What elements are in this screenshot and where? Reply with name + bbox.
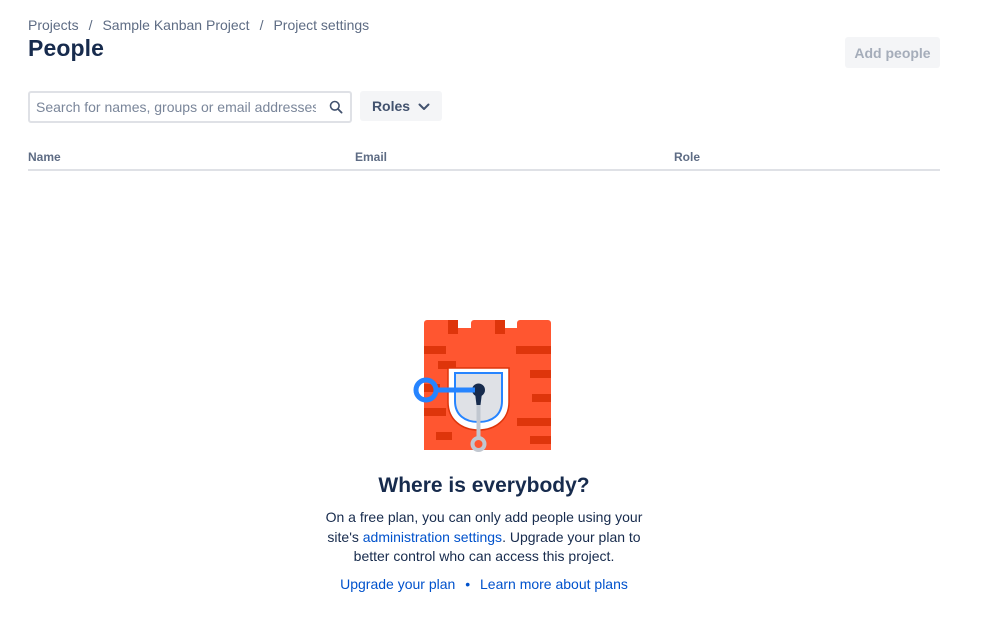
administration-settings-link[interactable]: administration settings bbox=[363, 529, 502, 545]
people-table-header: Name Email Role bbox=[28, 150, 940, 171]
search-icon[interactable] bbox=[322, 100, 350, 114]
roles-filter-button[interactable]: Roles bbox=[360, 91, 442, 121]
breadcrumb: Projects / Sample Kanban Project / Proje… bbox=[28, 17, 369, 33]
locked-castle-illustration bbox=[413, 320, 551, 452]
breadcrumb-sample-kanban-project[interactable]: Sample Kanban Project bbox=[102, 17, 249, 33]
breadcrumb-separator: / bbox=[259, 17, 264, 33]
page-title: People bbox=[28, 35, 105, 61]
column-header-role[interactable]: Role bbox=[674, 150, 700, 164]
learn-more-plans-link[interactable]: Learn more about plans bbox=[480, 576, 628, 592]
column-header-name[interactable]: Name bbox=[28, 150, 61, 164]
search-input[interactable] bbox=[30, 93, 322, 121]
column-header-email[interactable]: Email bbox=[355, 150, 387, 164]
link-separator: • bbox=[465, 575, 471, 592]
empty-state: Where is everybody? On a free plan, you … bbox=[28, 318, 940, 592]
breadcrumb-projects[interactable]: Projects bbox=[28, 17, 79, 33]
chevron-down-icon bbox=[418, 98, 430, 114]
upgrade-plan-link[interactable]: Upgrade your plan bbox=[340, 576, 455, 592]
people-settings-page: Projects / Sample Kanban Project / Proje… bbox=[28, 0, 940, 639]
search-field[interactable] bbox=[28, 91, 352, 123]
roles-filter-label: Roles bbox=[371, 98, 411, 114]
empty-state-links: Upgrade your plan • Learn more about pla… bbox=[28, 576, 940, 592]
add-people-button[interactable]: Add people bbox=[845, 37, 940, 68]
breadcrumb-project-settings[interactable]: Project settings bbox=[273, 17, 369, 33]
empty-state-heading: Where is everybody? bbox=[378, 474, 590, 497]
empty-state-description: On a free plan, you can only add people … bbox=[319, 508, 649, 567]
breadcrumb-separator: / bbox=[88, 17, 93, 33]
